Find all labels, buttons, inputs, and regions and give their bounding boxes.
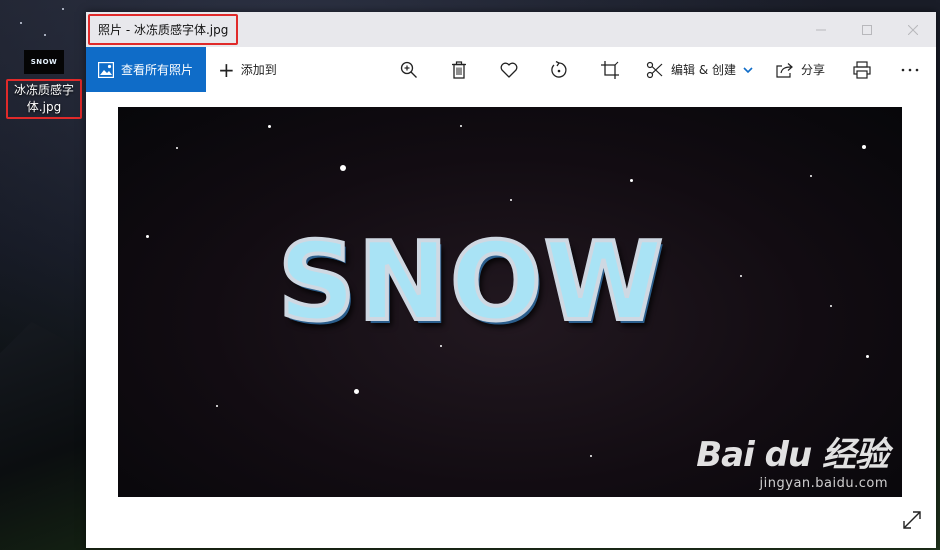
photo-star <box>630 179 633 182</box>
wallpaper-star <box>44 34 46 36</box>
photo-star <box>866 355 869 358</box>
photo-star <box>146 235 149 238</box>
share-icon <box>776 62 793 78</box>
photo-star <box>510 199 512 201</box>
wallpaper-mountain <box>0 322 90 550</box>
watermark-logo: Bai du 经验 <box>696 435 889 475</box>
photos-window: 照片 - 冰冻质感字体.jpg 查看所有照片 + 添加到 编辑 & 创建 分享 … <box>86 12 936 548</box>
crop-icon <box>601 60 619 79</box>
photo-star <box>176 147 178 149</box>
plus-icon: + <box>218 57 235 82</box>
view-all-photos-button[interactable]: 查看所有照片 <box>86 47 206 92</box>
file-name-label: 冰冻质感字体.jpg <box>6 79 82 119</box>
photo-star <box>268 125 271 128</box>
chevron-down-icon <box>743 66 753 73</box>
print-button[interactable] <box>853 47 871 92</box>
wallpaper-star <box>20 22 22 24</box>
maximize-icon <box>862 24 872 35</box>
view-all-label: 查看所有照片 <box>121 63 194 77</box>
toolbar: 查看所有照片 + 添加到 编辑 & 创建 分享 <box>86 47 936 92</box>
minimize-button[interactable] <box>798 12 844 47</box>
share-label: 分享 <box>801 63 826 77</box>
title-bar: 照片 - 冰冻质感字体.jpg <box>86 12 936 47</box>
image-icon <box>98 61 114 78</box>
close-icon <box>908 24 918 35</box>
print-icon <box>853 60 871 79</box>
photo-star <box>440 345 442 347</box>
desktop-file-icon[interactable]: SNOW 冰冻质感字体.jpg <box>6 50 82 119</box>
expand-icon <box>903 511 921 529</box>
add-to-button[interactable]: + 添加到 <box>218 60 277 80</box>
watermark-url: jingyan.baidu.com <box>759 476 888 491</box>
zoom-in-button[interactable] <box>400 47 418 92</box>
close-button[interactable] <box>890 12 936 47</box>
window-controls <box>798 12 936 47</box>
delete-icon <box>452 60 466 79</box>
photo-star <box>862 145 866 149</box>
share-button[interactable]: 分享 <box>776 47 825 92</box>
photo-star <box>460 125 462 127</box>
photo-star <box>740 275 742 277</box>
rotate-icon <box>551 60 567 78</box>
wallpaper-star <box>62 8 64 10</box>
displayed-photo: SNOW Bai du 经验 jingyan.baidu.com <box>118 107 902 497</box>
add-to-label: 添加到 <box>240 63 277 77</box>
photo-star <box>810 175 812 177</box>
window-title: 照片 - 冰冻质感字体.jpg <box>88 14 239 45</box>
favorite-button[interactable] <box>500 47 518 92</box>
file-thumbnail: SNOW <box>24 50 64 74</box>
zoom-in-icon <box>400 61 417 78</box>
photo-star <box>340 165 346 171</box>
photo-star <box>830 305 832 307</box>
crop-button[interactable] <box>601 47 619 92</box>
photo-star <box>590 455 592 457</box>
fullscreen-button[interactable] <box>902 510 922 534</box>
more-options-button[interactable] <box>901 47 919 92</box>
maximize-button[interactable] <box>844 12 890 47</box>
heart-icon <box>500 62 518 78</box>
edit-create-button[interactable]: 编辑 & 创建 <box>646 47 753 92</box>
photo-star <box>216 405 218 407</box>
edit-create-label: 编辑 & 创建 <box>671 63 736 77</box>
photo-star <box>354 389 359 394</box>
rotate-button[interactable] <box>550 47 568 92</box>
minimize-icon <box>816 29 826 30</box>
edit-icon <box>646 61 663 78</box>
snow-headline: SNOW <box>276 220 666 345</box>
more-icon <box>901 68 919 71</box>
baidu-watermark: Bai du 经验 jingyan.baidu.com <box>696 427 889 491</box>
delete-button[interactable] <box>451 47 467 92</box>
